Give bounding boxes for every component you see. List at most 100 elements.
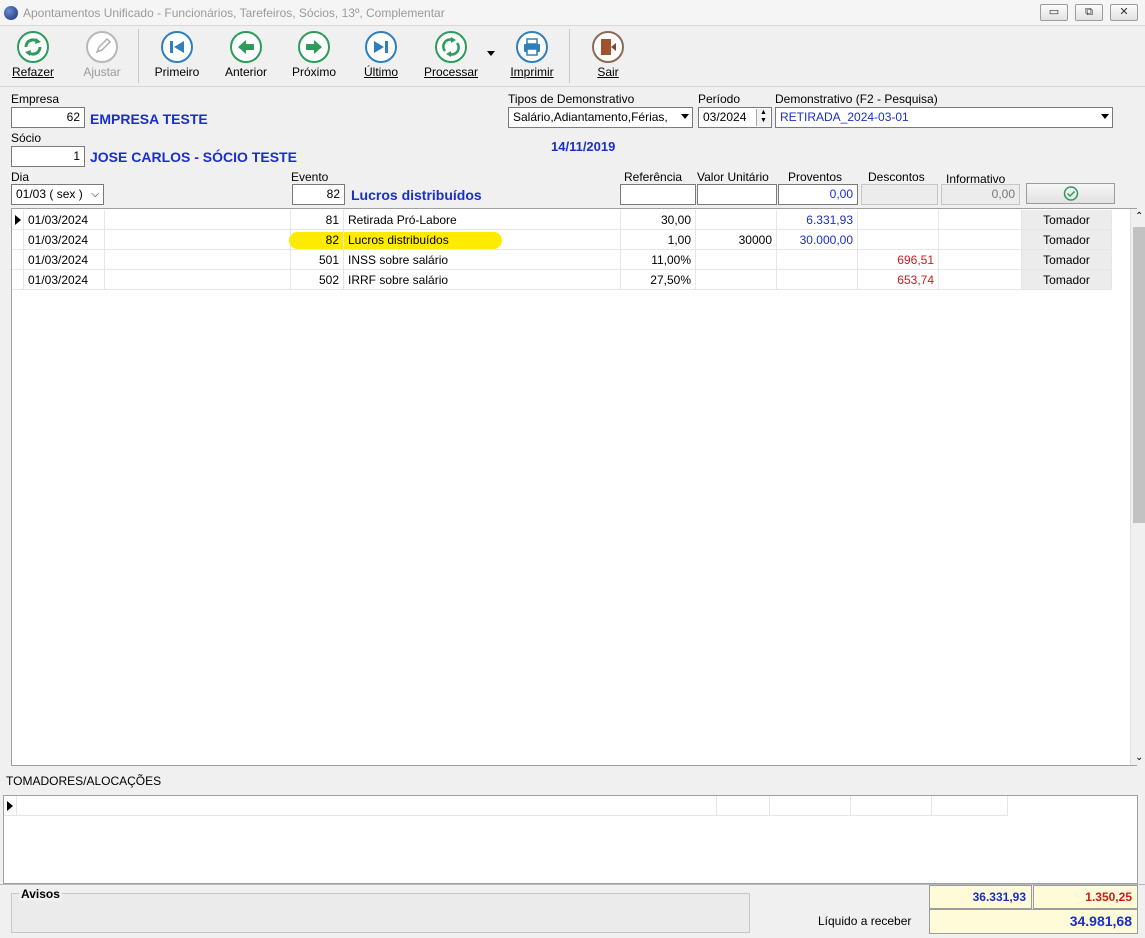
cell-valor-unitario bbox=[696, 250, 777, 270]
avisos-panel: Avisos bbox=[11, 887, 750, 933]
cell-tomador[interactable]: Tomador bbox=[1022, 250, 1112, 270]
cell-referencia: 11,00% bbox=[621, 250, 696, 270]
cell-tomador[interactable]: Tomador bbox=[1022, 210, 1112, 230]
arrow-right-icon bbox=[298, 31, 330, 63]
tipos-select[interactable]: Salário,Adiantamento,Férias, bbox=[508, 107, 693, 128]
cell-descontos: 653,74 bbox=[858, 270, 939, 290]
cell-informativo bbox=[939, 230, 1022, 250]
scrollbar-thumb[interactable] bbox=[1133, 227, 1145, 523]
toolbar-divider bbox=[0, 86, 1145, 87]
cell-description: IRRF sobre salário bbox=[344, 270, 621, 290]
cell-tomador[interactable]: Tomador bbox=[1022, 230, 1112, 250]
arrow-left-icon bbox=[230, 31, 262, 63]
evento-code-input[interactable]: 82 bbox=[292, 184, 345, 205]
valor-unitario-label: Valor Unitário bbox=[697, 170, 769, 184]
maximize-button[interactable]: ⧉ bbox=[1075, 4, 1103, 21]
vertical-scrollbar[interactable]: ⌃ ⌄ bbox=[1130, 209, 1145, 765]
referencia-input[interactable] bbox=[620, 184, 696, 205]
cell-referencia: 30,00 bbox=[621, 210, 696, 230]
table-row[interactable]: 01/03/2024 502 IRRF sobre salário 27,50%… bbox=[12, 270, 1112, 290]
cell-informativo bbox=[939, 210, 1022, 230]
check-circle-icon bbox=[1063, 186, 1079, 201]
processar-dropdown-icon[interactable] bbox=[487, 51, 495, 56]
cell-description: Lucros distribuídos bbox=[344, 230, 621, 250]
printer-icon bbox=[516, 31, 548, 63]
process-icon bbox=[435, 31, 467, 63]
evento-label: Evento bbox=[291, 170, 329, 184]
valor-unitario-input[interactable] bbox=[697, 184, 777, 205]
reference-date: 14/11/2019 bbox=[551, 139, 616, 154]
cell-code: 502 bbox=[291, 270, 344, 290]
cell-descontos: 696,51 bbox=[858, 250, 939, 270]
socio-code-input[interactable]: 1 bbox=[11, 146, 85, 167]
close-button[interactable]: ✕ bbox=[1110, 4, 1138, 21]
current-row-arrow-icon bbox=[15, 215, 21, 225]
demonstrativo-label: Demonstrativo (F2 - Pesquisa) bbox=[775, 92, 938, 106]
minimize-button[interactable]: ▭ bbox=[1040, 4, 1068, 21]
table-row[interactable] bbox=[4, 796, 1008, 816]
cell-informativo bbox=[939, 250, 1022, 270]
tipos-label: Tipos de Demonstrativo bbox=[508, 92, 635, 106]
cell-empty bbox=[105, 250, 291, 270]
cell-empty bbox=[851, 796, 932, 816]
descontos-label: Descontos bbox=[868, 170, 925, 184]
evento-name: Lucros distribuídos bbox=[351, 187, 482, 203]
liquido-value: 34.981,68 bbox=[929, 909, 1138, 934]
proximo-button[interactable]: Próximo bbox=[286, 27, 342, 83]
liquido-label: Líquido a receber bbox=[818, 914, 912, 928]
sair-button[interactable]: Sair bbox=[584, 27, 632, 83]
chevron-down-icon bbox=[1101, 114, 1109, 119]
chevron-down-icon: ⌵ bbox=[91, 189, 99, 200]
anterior-button[interactable]: Anterior bbox=[218, 27, 274, 83]
processar-button[interactable]: Processar bbox=[420, 27, 482, 83]
empresa-name: EMPRESA TESTE bbox=[90, 111, 208, 127]
table-row[interactable]: 01/03/2024 82 Lucros distribuídos 1,00 3… bbox=[12, 230, 1112, 250]
row-indicator bbox=[12, 230, 24, 250]
cell-valor-unitario: 30000 bbox=[696, 230, 777, 250]
empresa-label: Empresa bbox=[11, 92, 60, 106]
imprimir-button[interactable]: Imprimir bbox=[504, 27, 560, 83]
exit-door-icon bbox=[592, 31, 624, 63]
toolbar-separator bbox=[138, 29, 139, 83]
cell-referencia: 1,00 bbox=[621, 230, 696, 250]
refresh-icon bbox=[17, 31, 49, 63]
cell-date: 01/03/2024 bbox=[24, 230, 105, 250]
dia-select[interactable]: 01/03 ( sex ) ⌵ bbox=[11, 184, 104, 205]
cell-tomador[interactable]: Tomador bbox=[1022, 270, 1112, 290]
cell-proventos: 30.000,00 bbox=[777, 230, 858, 250]
demonstrativo-select[interactable]: RETIRADA_2024-03-01 bbox=[775, 107, 1113, 128]
proventos-input[interactable]: 0,00 bbox=[778, 184, 858, 205]
socio-label: Sócio bbox=[11, 131, 42, 145]
periodo-input[interactable]: 03/2024 ▲ ▼ bbox=[698, 107, 772, 128]
ultimo-button[interactable]: Último bbox=[354, 27, 408, 83]
cell-informativo bbox=[939, 270, 1022, 290]
row-indicator bbox=[12, 250, 24, 270]
refazer-button[interactable]: Refazer bbox=[6, 27, 60, 83]
scroll-up-icon[interactable]: ⌃ bbox=[1135, 211, 1143, 222]
anterior-label: Anterior bbox=[224, 65, 268, 79]
descontos-input bbox=[861, 184, 938, 205]
first-record-icon bbox=[161, 31, 193, 63]
cell-empty bbox=[105, 230, 291, 250]
row-indicator bbox=[12, 210, 24, 230]
tomadores-title: TOMADORES/ALOCAÇÕES bbox=[6, 774, 162, 788]
scroll-down-icon[interactable]: ⌄ bbox=[1135, 752, 1143, 763]
last-record-icon bbox=[365, 31, 397, 63]
spin-updown-icon[interactable]: ▲ ▼ bbox=[756, 109, 770, 126]
confirm-button[interactable] bbox=[1026, 183, 1115, 204]
cell-valor-unitario bbox=[696, 210, 777, 230]
cell-empty bbox=[770, 796, 851, 816]
cell-empty bbox=[932, 796, 1008, 816]
processar-label: Processar bbox=[423, 65, 479, 79]
cell-empty bbox=[717, 796, 770, 816]
avisos-label: Avisos bbox=[19, 887, 62, 901]
window-title: Apontamentos Unificado - Funcionários, T… bbox=[23, 6, 445, 20]
cell-empty bbox=[105, 210, 291, 230]
table-row[interactable]: 01/03/2024 81 Retirada Pró-Labore 30,00 … bbox=[12, 210, 1112, 230]
ajustar-button[interactable]: Ajustar bbox=[76, 27, 128, 83]
ultimo-label: Último bbox=[363, 65, 398, 79]
empresa-code-input[interactable]: 62 bbox=[11, 107, 85, 128]
cell-proventos: 6.331,93 bbox=[777, 210, 858, 230]
table-row[interactable]: 01/03/2024 501 INSS sobre salário 11,00%… bbox=[12, 250, 1112, 270]
primeiro-button[interactable]: Primeiro bbox=[148, 27, 206, 83]
